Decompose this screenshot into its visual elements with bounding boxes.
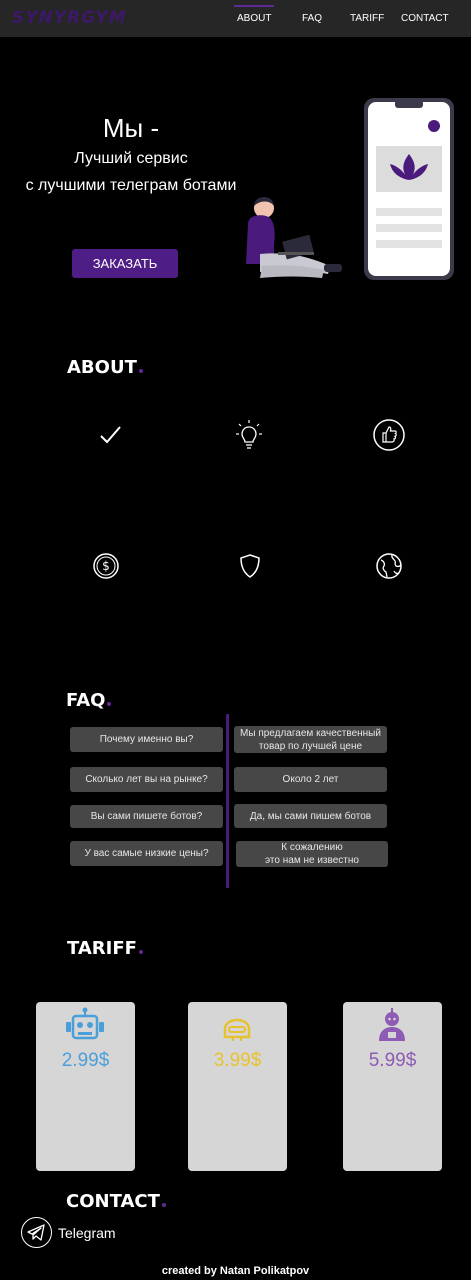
telegram-label[interactable]: Telegram bbox=[58, 1225, 116, 1241]
nav-about[interactable]: ABOUT bbox=[233, 5, 275, 24]
logo[interactable]: SYNYRGYM bbox=[12, 8, 127, 28]
faq-answer-3[interactable]: Да, мы сами пишем ботов bbox=[234, 804, 387, 828]
footer-credit: created by Natan Polikatpov bbox=[161, 1265, 310, 1277]
shield-icon bbox=[240, 554, 260, 578]
faq-answer-1-line1: Мы предлагаем качественный bbox=[240, 727, 381, 739]
about-title-text: ABOUT bbox=[67, 357, 137, 378]
faq-divider bbox=[226, 714, 229, 888]
globe-icon bbox=[376, 553, 402, 579]
svg-text:$: $ bbox=[102, 559, 110, 573]
check-icon bbox=[100, 426, 121, 444]
title-dot bbox=[138, 950, 143, 954]
nav-tariff[interactable]: TARIFF bbox=[350, 13, 384, 24]
thumbs-up-icon bbox=[373, 419, 405, 451]
tariff-title-text: TARIFF bbox=[67, 938, 137, 959]
hero-illustration bbox=[246, 98, 454, 280]
tariff-card-1[interactable]: 2.99$ bbox=[36, 1002, 135, 1171]
android-icon bbox=[379, 1008, 405, 1041]
faq-answer-4-line2: это нам не известно bbox=[265, 855, 359, 866]
contact-title-text: CONTACT bbox=[66, 1191, 160, 1212]
hero-subtitle-line1: Лучший сервис bbox=[74, 150, 188, 167]
title-dot bbox=[161, 1203, 166, 1207]
robot-icon bbox=[66, 1007, 104, 1040]
faq-question-3[interactable]: Вы сами пишете ботов? bbox=[70, 805, 223, 828]
faq-title-text: FAQ bbox=[66, 690, 106, 711]
header-bar: SYNYRGYM ABOUT FAQ TARIFF CONTACT bbox=[0, 0, 471, 37]
about-title: ABOUT bbox=[67, 357, 143, 378]
faq-answer-4[interactable]: К сожалению это нам не известно bbox=[236, 841, 388, 867]
tariff-price-3: 5.99$ bbox=[368, 1050, 417, 1071]
tariff-price-2: 3.99$ bbox=[213, 1050, 262, 1071]
faq-title: FAQ bbox=[66, 690, 112, 711]
telegram-button[interactable] bbox=[21, 1217, 52, 1248]
faq-question-2[interactable]: Сколько лет вы на рынке? bbox=[70, 767, 223, 792]
contact-title: CONTACT bbox=[66, 1191, 166, 1212]
lightbulb-icon bbox=[236, 420, 262, 449]
title-dot bbox=[138, 369, 143, 373]
order-button[interactable]: ЗАКАЗАТЬ bbox=[72, 249, 178, 278]
hero-subtitle-line2: с лучшими телеграм ботами bbox=[25, 177, 237, 194]
nav-contact[interactable]: CONTACT bbox=[401, 13, 449, 24]
dollar-icon: $ bbox=[93, 553, 119, 579]
title-dot bbox=[107, 702, 112, 706]
faq-answer-4-line1: К сожалению bbox=[281, 842, 343, 853]
helmet-robot-icon bbox=[223, 1018, 251, 1041]
nav-faq[interactable]: FAQ bbox=[302, 13, 322, 24]
telegram-icon bbox=[27, 1224, 45, 1241]
faq-question-4[interactable]: У вас самые низкие цены? bbox=[70, 841, 223, 866]
tariff-card-2[interactable]: 3.99$ bbox=[188, 1002, 287, 1171]
faq-answer-2[interactable]: Около 2 лет bbox=[234, 767, 387, 792]
faq-answer-1[interactable]: Мы предлагаем качественный товар по лучш… bbox=[234, 726, 387, 753]
hero-title: Мы - bbox=[102, 113, 160, 143]
faq-answer-1-line2: товар по лучшей цене bbox=[258, 740, 363, 752]
tariff-card-3[interactable]: 5.99$ bbox=[343, 1002, 442, 1171]
faq-question-1[interactable]: Почему именно вы? bbox=[70, 727, 223, 752]
tariff-price-1: 2.99$ bbox=[61, 1050, 110, 1071]
tariff-title: TARIFF bbox=[67, 938, 143, 959]
